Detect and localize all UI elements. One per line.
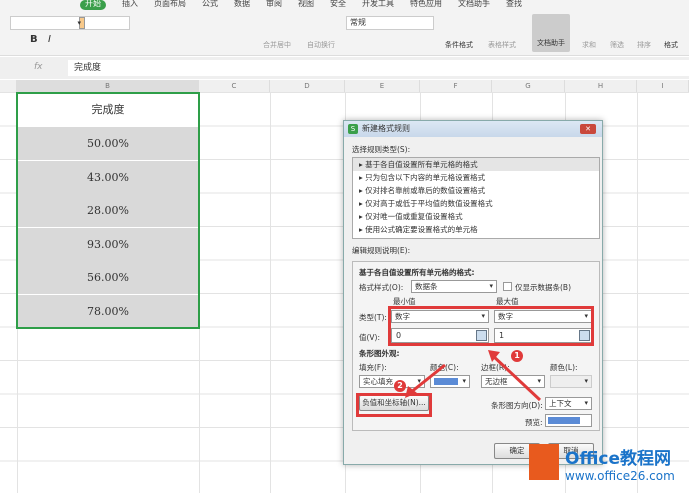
- watermark-url: www.office26.com: [565, 469, 675, 483]
- watermark: Office教程网 www.office26.com: [525, 440, 689, 493]
- watermark-title: Office教程网: [565, 449, 672, 469]
- annotation-arrows: [405, 350, 542, 402]
- step-badge-1: 1: [511, 350, 523, 362]
- step-badge-2: 2: [394, 380, 406, 392]
- office-logo-icon: [529, 444, 559, 480]
